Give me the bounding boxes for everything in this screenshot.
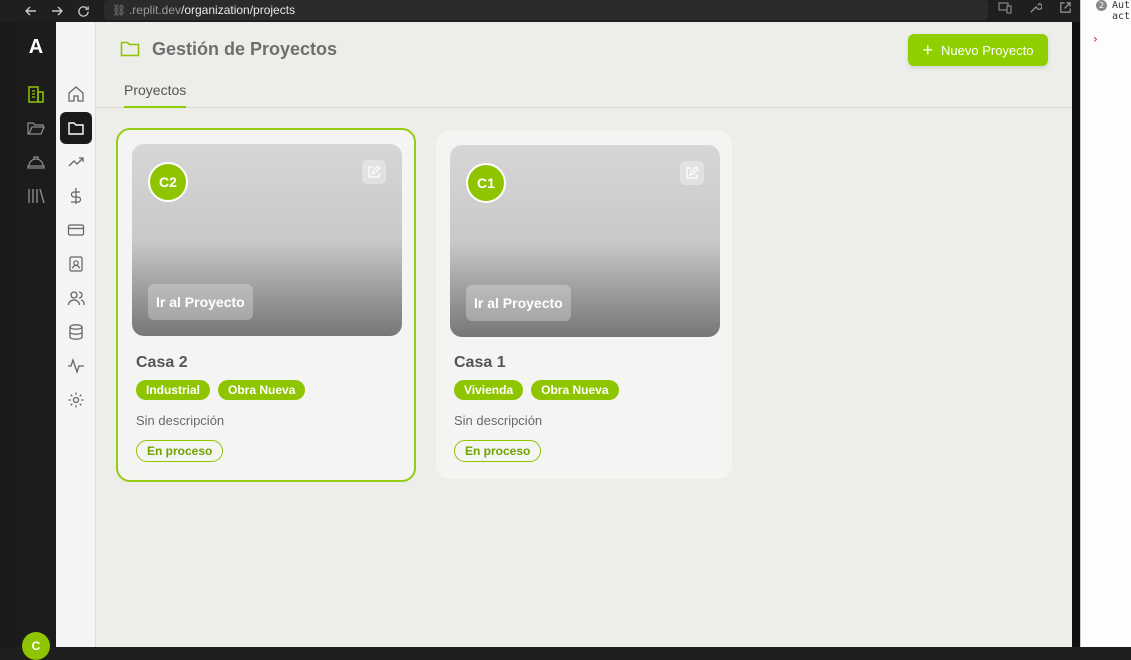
home-icon[interactable] — [60, 78, 92, 110]
folder-icon[interactable] — [60, 112, 92, 144]
console-text: act — [1112, 11, 1131, 22]
plus-icon: + — [922, 40, 933, 60]
project-avatar: C2 — [148, 162, 188, 202]
users-icon[interactable] — [60, 282, 92, 314]
edit-icon[interactable] — [680, 161, 704, 185]
database-icon[interactable] — [60, 316, 92, 348]
project-name: Casa 2 — [136, 354, 188, 371]
project-tags: Vivienda Obra Nueva — [454, 380, 619, 400]
folder-icon — [120, 40, 140, 58]
project-card[interactable]: C1 Ir al Proyecto Casa 1 Vivienda Obra N… — [436, 131, 732, 479]
browser-actions — [990, 0, 1080, 20]
link-icon: ⛓ — [112, 4, 126, 17]
project-tag: Vivienda — [454, 380, 524, 400]
wrench-icon[interactable] — [1029, 1, 1043, 19]
reload-icon[interactable] — [70, 0, 96, 22]
project-description: Sin descripción — [454, 413, 543, 428]
address-bar[interactable]: ⛓ .replit.dev/organization/projects — [104, 0, 988, 20]
project-card[interactable]: C2 Ir al Proyecto Casa 2 Industrial Obra… — [116, 128, 416, 482]
forward-icon[interactable] — [44, 0, 70, 22]
section-sidebar — [56, 22, 96, 647]
app: A C Gestión de Proyectos + Nuevo Proyect… — [16, 22, 1072, 660]
devtools-panel: 2 Aut act › — [1080, 0, 1131, 647]
module-rail: A C — [16, 22, 56, 660]
project-name: Casa 1 — [454, 354, 506, 371]
external-link-icon[interactable] — [1059, 1, 1072, 19]
status-badge: En proceso — [454, 440, 542, 462]
error-count-badge: 2 — [1096, 0, 1107, 11]
go-to-project-button[interactable]: Ir al Proyecto — [148, 284, 253, 320]
project-tag: Industrial — [136, 380, 211, 400]
tab-bar: Proyectos — [96, 76, 1072, 108]
activity-icon[interactable] — [60, 350, 92, 382]
library-icon[interactable] — [26, 186, 46, 206]
project-avatar: C1 — [466, 163, 506, 203]
trending-icon[interactable] — [60, 146, 92, 178]
page-title: Gestión de Proyectos — [152, 39, 338, 59]
console-prompt-icon[interactable]: › — [1093, 32, 1098, 46]
url-path: /organization/projects — [181, 3, 296, 17]
new-project-label: Nuevo Proyecto — [941, 42, 1034, 58]
app-logo[interactable]: A — [16, 36, 56, 59]
edit-icon[interactable] — [362, 160, 386, 184]
new-project-button[interactable]: + Nuevo Proyecto — [908, 34, 1048, 66]
project-description: Sin descripción — [136, 413, 225, 428]
helmet-icon[interactable] — [26, 152, 46, 172]
project-cover: C1 Ir al Proyecto — [450, 145, 720, 337]
window-edge-right — [1072, 22, 1080, 647]
browser-toolbar: ⛓ .replit.dev/organization/projects — [0, 0, 1080, 22]
project-tag: Obra Nueva — [531, 380, 619, 400]
devices-icon[interactable] — [998, 1, 1012, 19]
page-header: Gestión de Proyectos + Nuevo Proyecto — [96, 22, 1072, 76]
back-icon[interactable] — [18, 0, 44, 22]
project-cover: C2 Ir al Proyecto — [132, 144, 402, 336]
dollar-icon[interactable] — [60, 180, 92, 212]
project-tag: Obra Nueva — [218, 380, 306, 400]
user-avatar[interactable]: C — [22, 632, 50, 660]
go-to-project-button[interactable]: Ir al Proyecto — [466, 285, 571, 321]
folder-open-icon[interactable] — [26, 118, 46, 138]
url-domain: .replit.dev — [128, 3, 181, 17]
card-icon[interactable] — [60, 214, 92, 246]
contact-icon[interactable] — [60, 248, 92, 280]
project-tags: Industrial Obra Nueva — [136, 380, 306, 400]
settings-icon[interactable] — [60, 384, 92, 416]
tab-proyectos[interactable]: Proyectos — [124, 82, 187, 108]
buildings-icon[interactable] — [26, 84, 46, 104]
status-badge: En proceso — [136, 440, 224, 462]
window-edge-left — [0, 22, 16, 647]
